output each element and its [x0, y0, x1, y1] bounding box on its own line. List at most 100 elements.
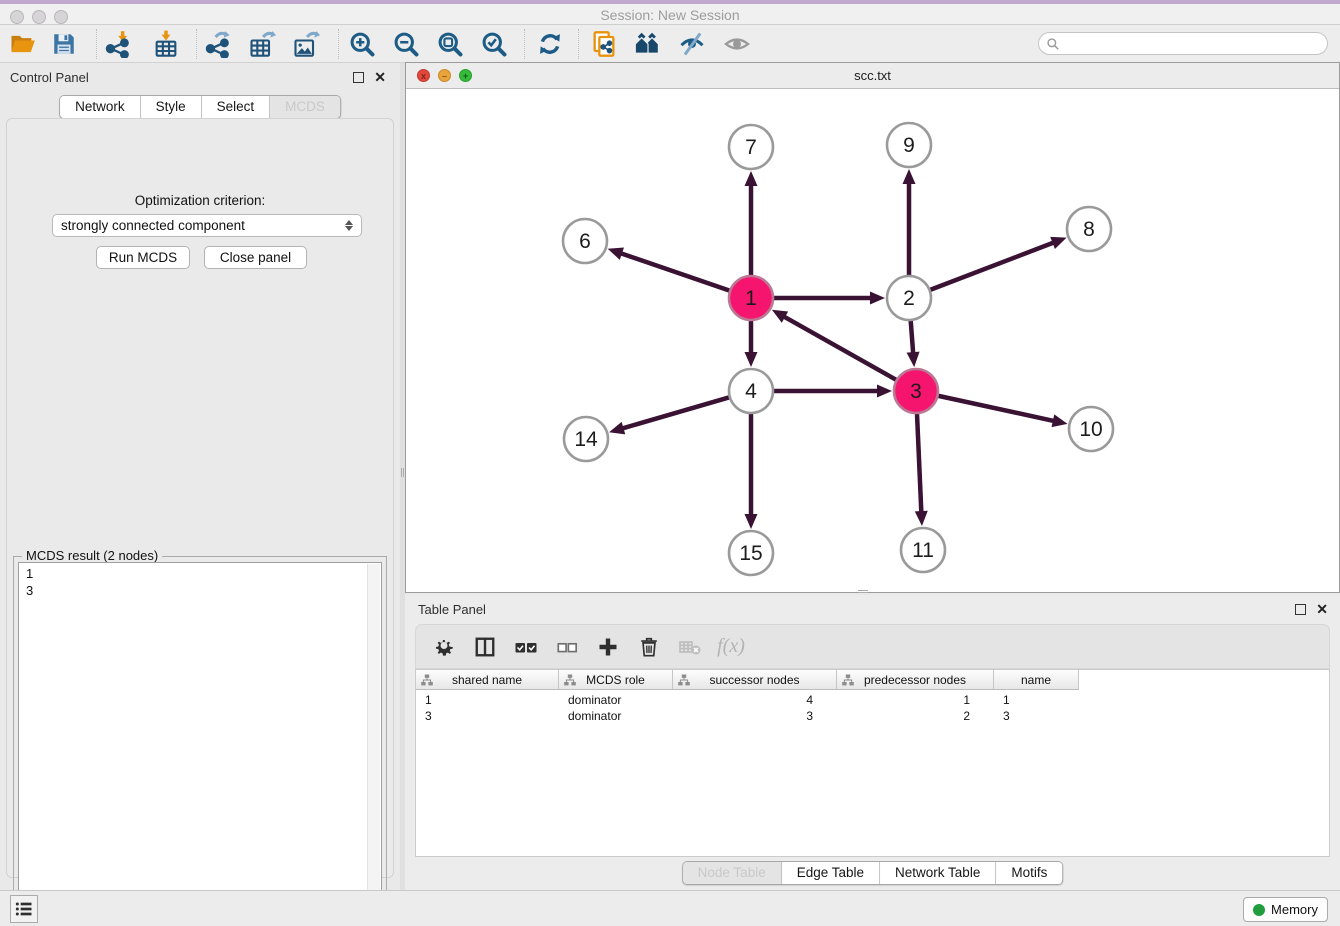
refresh-icon[interactable] [532, 27, 568, 61]
graph-edge-arrowhead [1052, 414, 1068, 427]
table-row[interactable]: 1dominator411 [416, 692, 1079, 708]
open-session-icon[interactable] [4, 27, 40, 61]
graph-edge-arrowhead [915, 511, 928, 526]
column-header-predecessor-nodes[interactable]: predecessor nodes [837, 670, 994, 689]
graph-node-3[interactable]: 3 [894, 369, 938, 413]
graph-node-label: 6 [579, 230, 591, 253]
graph-edge-3-11[interactable] [917, 414, 921, 513]
add-column-icon[interactable] [594, 633, 622, 661]
graph-edge-arrowhead [745, 352, 758, 367]
graph-node-label: 7 [745, 136, 757, 159]
graph-node-4[interactable]: 4 [729, 369, 773, 413]
tab-mcds[interactable]: MCDS [270, 96, 340, 118]
tab-edge-table[interactable]: Edge Table [782, 862, 880, 884]
task-history-button[interactable] [10, 895, 38, 923]
export-table-icon[interactable] [244, 27, 280, 61]
export-network-icon[interactable] [200, 27, 236, 61]
network-title: scc.txt [406, 68, 1339, 83]
graph-edge-1-6[interactable] [620, 253, 729, 291]
graph-node-label: 8 [1083, 218, 1095, 241]
zoom-selected-icon[interactable] [476, 27, 512, 61]
select-all-icon[interactable] [512, 633, 540, 661]
graph-node-14[interactable]: 14 [564, 417, 608, 461]
tab-node-table[interactable]: Node Table [683, 862, 782, 884]
mcds-panel: Optimization criterion: strongly connect… [6, 118, 394, 878]
network-graph-canvas[interactable]: 7 9 6 8 1 2 4 3 14 10 15 11 [406, 89, 1339, 592]
column-header-name[interactable]: name [994, 670, 1079, 689]
graph-edge-3-10[interactable] [938, 396, 1054, 421]
graph-node-10[interactable]: 10 [1069, 407, 1113, 451]
mcds-result-text[interactable]: 1 3 [18, 562, 382, 926]
status-bar: Memory [0, 890, 1340, 926]
graph-node-7[interactable]: 7 [729, 125, 773, 169]
graph-node-2[interactable]: 2 [887, 276, 931, 320]
graph-node-label: 3 [910, 380, 922, 403]
graph-node-label: 11 [912, 539, 934, 562]
table-cell: 1 [837, 692, 994, 708]
first-neighbors-icon[interactable] [630, 27, 666, 61]
graph-edge-2-8[interactable] [930, 242, 1054, 290]
zoom-fit-icon[interactable] [432, 27, 468, 61]
criterion-select[interactable]: strongly connected component [52, 214, 362, 237]
memory-label: Memory [1271, 902, 1318, 917]
save-session-icon[interactable] [46, 27, 82, 61]
clone-network-icon[interactable] [586, 27, 622, 61]
graph-node-1[interactable]: 1 [729, 276, 773, 320]
run-mcds-button[interactable]: Run MCDS [96, 246, 190, 269]
graph-node-label: 1 [745, 287, 757, 310]
export-image-icon[interactable] [288, 27, 324, 61]
column-header-successor-nodes[interactable]: successor nodes [673, 670, 837, 689]
column-header-MCDS-role[interactable]: MCDS role [559, 670, 673, 689]
close-panel-button[interactable]: Close panel [204, 246, 307, 269]
main-toolbar [0, 25, 1340, 63]
tab-motifs[interactable]: Motifs [996, 862, 1062, 884]
table-panel: Table Panel ✕ f(x) shared nameMCDS roles… [405, 595, 1340, 890]
horizontal-splitter[interactable] [858, 590, 868, 593]
table-close-icon[interactable]: ✕ [1316, 601, 1328, 618]
graph-edge-arrowhead [1050, 237, 1066, 249]
mcds-result-group: MCDS result (2 nodes) 1 3 [13, 556, 387, 926]
close-panel-icon[interactable]: ✕ [374, 69, 386, 86]
deselect-all-icon[interactable] [553, 633, 581, 661]
graph-node-label: 15 [739, 542, 762, 565]
function-builder-icon: f(x) [717, 633, 745, 661]
show-graphics-details-icon[interactable] [674, 27, 710, 61]
graph-edge-3-1[interactable] [783, 316, 896, 380]
hide-edges-icon[interactable] [719, 27, 755, 61]
table-float-icon[interactable] [1295, 604, 1306, 615]
graph-edge-2-3[interactable] [911, 321, 913, 354]
graph-edge-arrowhead [609, 422, 625, 434]
tab-network[interactable]: Network [60, 96, 141, 118]
import-network-icon[interactable] [100, 27, 136, 61]
search-input[interactable] [1060, 34, 1327, 53]
tab-select[interactable]: Select [202, 96, 271, 118]
delete-column-icon[interactable] [635, 633, 663, 661]
window-title: Session: New Session [0, 7, 1340, 23]
graph-node-6[interactable]: 6 [563, 219, 607, 263]
zoom-in-icon[interactable] [344, 27, 380, 61]
graph-edge-arrowhead [745, 514, 758, 529]
graph-node-label: 4 [745, 380, 757, 403]
graph-node-8[interactable]: 8 [1067, 207, 1111, 251]
graph-node-11[interactable]: 11 [901, 528, 945, 572]
table-tabs: Node TableEdge TableNetwork TableMotifs [682, 861, 1064, 885]
zoom-out-icon[interactable] [388, 27, 424, 61]
graph-node-label: 10 [1079, 418, 1102, 441]
float-panel-icon[interactable] [353, 72, 364, 83]
search-icon [1046, 37, 1060, 51]
tab-network-table[interactable]: Network Table [880, 862, 996, 884]
settings-gear-icon[interactable] [430, 633, 458, 661]
result-scrollbar[interactable] [367, 564, 380, 926]
graph-edge-4-14[interactable] [622, 397, 729, 428]
import-table-icon[interactable] [148, 27, 184, 61]
graph-edge-arrowhead [745, 171, 758, 186]
graph-node-15[interactable]: 15 [729, 531, 773, 575]
table-cell: dominator [559, 708, 673, 724]
column-header-shared-name[interactable]: shared name [416, 670, 559, 689]
table-row[interactable]: 3dominator323 [416, 708, 1079, 724]
graph-node-9[interactable]: 9 [887, 123, 931, 167]
tab-style[interactable]: Style [141, 96, 202, 118]
column-view-icon[interactable] [471, 633, 499, 661]
window-titlebar: Session: New Session [0, 0, 1340, 25]
memory-button[interactable]: Memory [1243, 897, 1328, 922]
